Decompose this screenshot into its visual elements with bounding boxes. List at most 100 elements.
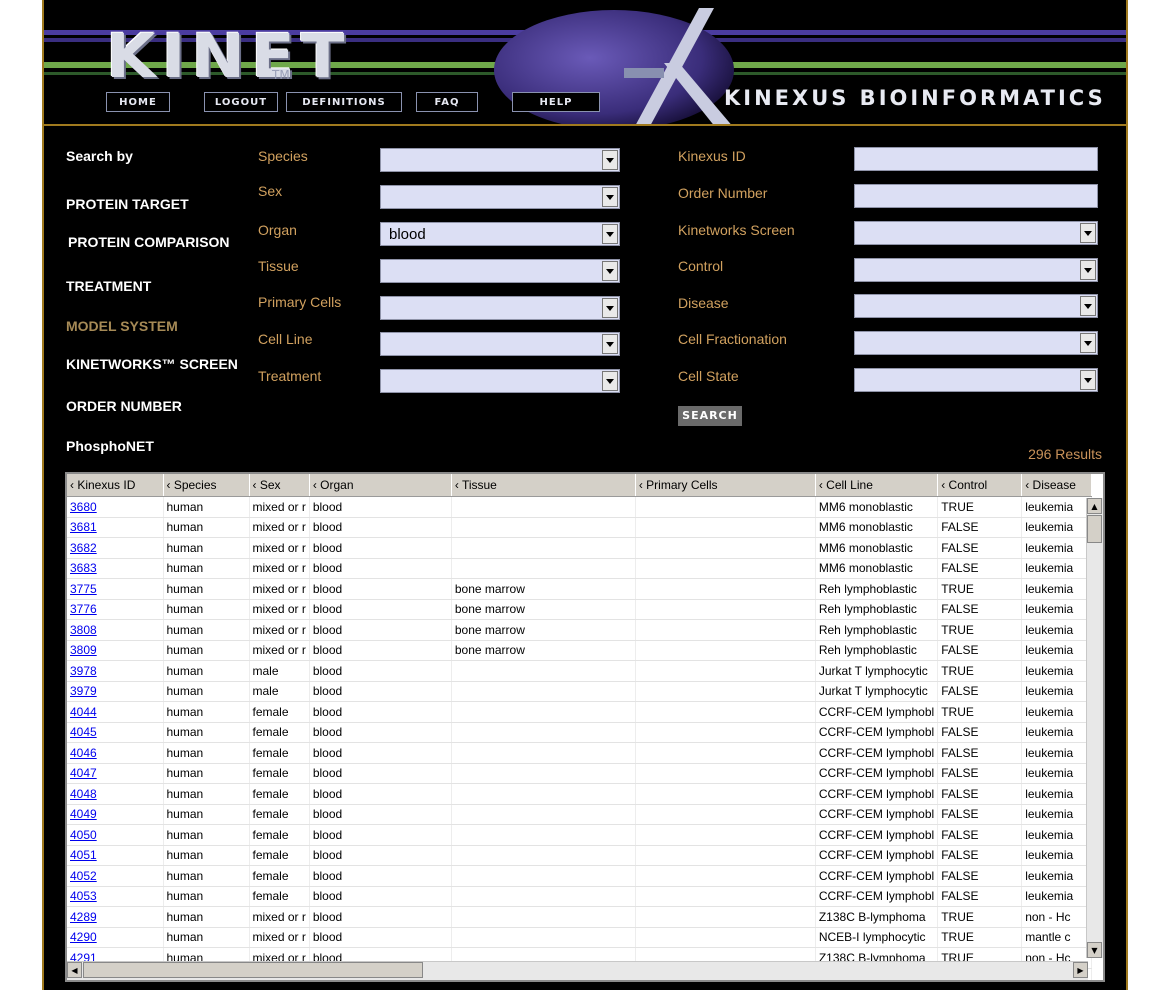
nav-definitions-button[interactable]: DEFINITIONS xyxy=(286,92,402,112)
vertical-scrollbar[interactable]: ▲ ▼ xyxy=(1086,498,1103,958)
organ-select[interactable]: blood xyxy=(380,222,620,246)
column-header[interactable]: ‹ Species xyxy=(163,474,250,497)
table-cell: mantle c xyxy=(1021,927,1093,948)
table-cell: blood xyxy=(309,578,452,600)
cell-state-select[interactable] xyxy=(854,368,1098,392)
column-header[interactable]: ‹ Control xyxy=(937,474,1023,497)
chevron-down-icon[interactable] xyxy=(602,334,618,354)
table-row: 4049 human female blood CCRF-CEM lymphobl FAL… xyxy=(67,804,1093,825)
control-select[interactable] xyxy=(854,258,1098,282)
kinexus-id-link[interactable]: 3775 xyxy=(70,582,97,596)
table-row: 3979 human male blood Jurkat T lymphocytic FA… xyxy=(67,681,1093,702)
sidebar-item-protein-comparison[interactable]: PROTEIN COMPARISON xyxy=(68,234,230,250)
table-cell xyxy=(635,496,816,518)
column-header[interactable]: ‹ Disease xyxy=(1021,474,1093,497)
kinexus-id-link[interactable]: 4047 xyxy=(70,766,97,780)
chevron-down-icon[interactable] xyxy=(602,187,618,207)
brand-name: KINEXUS BIOINFORMATICS xyxy=(724,86,1106,110)
table-row: 3683 human mixed or r blood MM6 monoblastic F… xyxy=(67,558,1093,579)
kinexus-id-link[interactable]: 3978 xyxy=(70,664,97,678)
scroll-thumb[interactable] xyxy=(83,962,423,978)
primary-cells-select[interactable] xyxy=(380,296,620,320)
scroll-right-icon[interactable]: ▶ xyxy=(1073,962,1088,978)
nav-home-button[interactable]: HOME xyxy=(106,92,170,112)
tissue-select[interactable] xyxy=(380,259,620,283)
chevron-down-icon[interactable] xyxy=(1080,223,1096,243)
kinexus-id-link[interactable]: 3680 xyxy=(70,500,97,514)
kinexus-id-link[interactable]: 4052 xyxy=(70,869,97,883)
kinexus-id-input[interactable] xyxy=(854,147,1098,171)
kinexus-id-link[interactable]: 3809 xyxy=(70,643,97,657)
scroll-left-icon[interactable]: ◀ xyxy=(67,962,82,978)
kinetworks-screen-select[interactable] xyxy=(854,221,1098,245)
table-cell xyxy=(451,742,636,764)
table-cell: 4051 xyxy=(67,845,164,866)
kinexus-id-link[interactable]: 4050 xyxy=(70,828,97,842)
chevron-down-icon[interactable] xyxy=(1080,296,1096,316)
sidebar-item-protein-target[interactable]: PROTEIN TARGET xyxy=(66,196,189,212)
chevron-down-icon[interactable] xyxy=(602,150,618,170)
kinexus-id-link[interactable]: 4290 xyxy=(70,930,97,944)
nav-help-button[interactable]: HELP xyxy=(512,92,600,112)
scroll-up-icon[interactable]: ▲ xyxy=(1087,498,1102,514)
sidebar-item-treatment[interactable]: TREATMENT xyxy=(66,278,151,294)
nav-logout-button[interactable]: LOGOUT xyxy=(204,92,278,112)
table-cell: 4047 xyxy=(67,763,164,784)
sidebar-item-model-system[interactable]: MODEL SYSTEM xyxy=(66,318,178,334)
table-cell: 3978 xyxy=(67,660,164,682)
table-cell: male xyxy=(249,681,310,702)
table-cell: human xyxy=(163,681,250,702)
kinexus-id-link[interactable]: 4053 xyxy=(70,889,97,903)
scroll-down-icon[interactable]: ▼ xyxy=(1087,942,1102,958)
kinexus-id-link[interactable]: 3681 xyxy=(70,520,97,534)
cell-line-select[interactable] xyxy=(380,332,620,356)
sidebar-item-order-number[interactable]: ORDER NUMBER xyxy=(66,398,182,414)
kinexus-id-link[interactable]: 3979 xyxy=(70,684,97,698)
chevron-down-icon[interactable] xyxy=(602,261,618,281)
column-header[interactable]: ‹ Sex xyxy=(249,474,310,497)
kinexus-id-link[interactable]: 4046 xyxy=(70,746,97,760)
column-header[interactable]: ‹ Primary Cells xyxy=(635,474,816,497)
treatment-select[interactable] xyxy=(380,369,620,393)
table-cell: 4046 xyxy=(67,742,164,764)
chevron-down-icon[interactable] xyxy=(602,224,618,244)
table-cell: 4045 xyxy=(67,722,164,743)
table-cell: MM6 monoblastic xyxy=(815,558,939,579)
order-number-input[interactable] xyxy=(854,184,1098,208)
sex-select[interactable] xyxy=(380,185,620,209)
nav-faq-button[interactable]: FAQ xyxy=(416,92,478,112)
kinexus-id-link[interactable]: 4048 xyxy=(70,787,97,801)
kinexus-id-link[interactable]: 4044 xyxy=(70,705,97,719)
cell-fractionation-label: Cell Fractionation xyxy=(678,331,787,347)
kinexus-id-link[interactable]: 4049 xyxy=(70,807,97,821)
kinexus-id-link[interactable]: 3808 xyxy=(70,623,97,637)
kinexus-id-link[interactable]: 3776 xyxy=(70,602,97,616)
cell-fractionation-select[interactable] xyxy=(854,331,1098,355)
kinexus-id-link[interactable]: 4051 xyxy=(70,848,97,862)
sidebar-item-kinetworks-screen[interactable]: KINETWORKS™ SCREEN xyxy=(66,356,238,372)
chevron-down-icon[interactable] xyxy=(1080,333,1096,353)
kinexus-id-link[interactable]: 3683 xyxy=(70,561,97,575)
chevron-down-icon[interactable] xyxy=(1080,260,1096,280)
kinexus-id-link[interactable]: 3682 xyxy=(70,541,97,555)
search-button[interactable]: SEARCH xyxy=(678,406,742,426)
column-header[interactable]: ‹ Kinexus ID xyxy=(67,474,164,497)
table-cell xyxy=(635,742,816,764)
horizontal-scrollbar[interactable]: ◀ ▶ xyxy=(67,961,1088,980)
table-cell: 4050 xyxy=(67,824,164,846)
chevron-down-icon[interactable] xyxy=(1080,370,1096,390)
table-row: 4048 human female blood CCRF-CEM lymphobl FAL… xyxy=(67,783,1093,805)
column-header[interactable]: ‹ Cell Line xyxy=(815,474,939,497)
chevron-down-icon[interactable] xyxy=(602,371,618,391)
scroll-thumb[interactable] xyxy=(1087,515,1102,543)
table-row: 3809 human mixed or r blood bone marrow Reh l… xyxy=(67,640,1093,661)
disease-select[interactable] xyxy=(854,294,1098,318)
column-header[interactable]: ‹ Tissue xyxy=(451,474,636,497)
column-header[interactable]: ‹ Organ xyxy=(309,474,452,497)
chevron-down-icon[interactable] xyxy=(602,298,618,318)
kinexus-id-link[interactable]: 4045 xyxy=(70,725,97,739)
kinexus-id-link[interactable]: 4289 xyxy=(70,910,97,924)
species-select[interactable] xyxy=(380,148,620,172)
table-cell: blood xyxy=(309,640,452,661)
phosphonet-link[interactable]: PhosphoNET xyxy=(66,438,154,454)
